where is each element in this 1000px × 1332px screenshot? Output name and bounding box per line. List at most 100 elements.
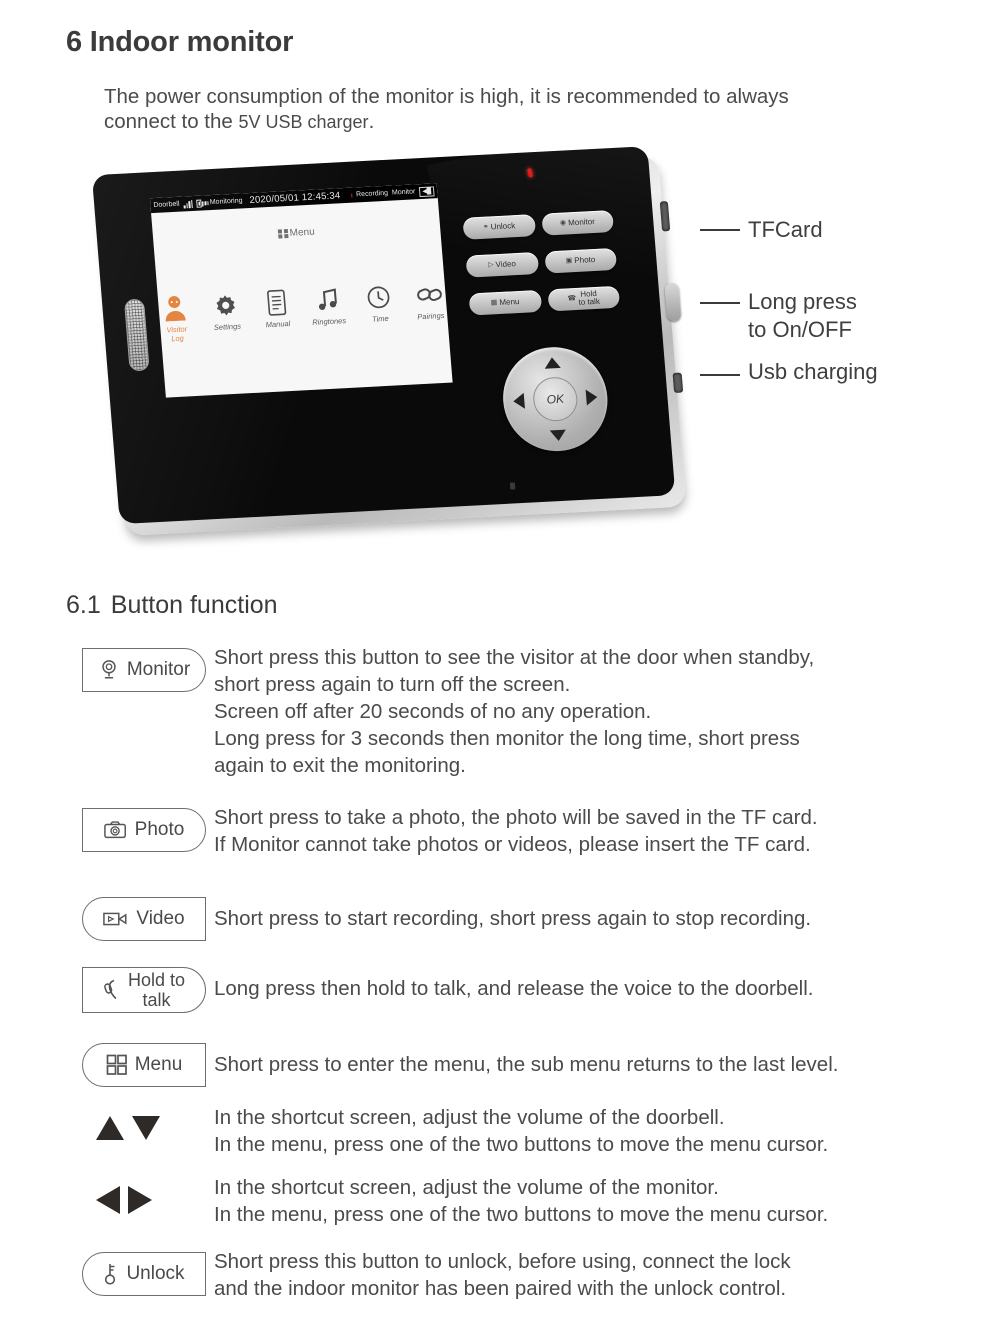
desc-line: In the shortcut screen, adjust the volum… [214,1176,719,1199]
left-arrow-icon[interactable] [96,1186,120,1214]
intro-voltage: 5V USB [238,112,303,132]
callout-label-line1: Long press [748,289,857,314]
desc-line: Short press this button to unlock, befor… [214,1250,791,1273]
dpad-down-arrow-icon[interactable] [549,429,567,442]
menu-label: Manual [265,319,291,330]
up-arrow-icon[interactable] [96,1116,124,1140]
function-desc-hold-to-talk: Long press then hold to talk, and releas… [214,975,813,1002]
device-key-monitor[interactable]: ◉ Monitor [540,210,615,236]
desc-line: In the menu, press one of the two button… [214,1133,829,1156]
status-doorbell-label: Doorbell [153,200,180,210]
button-chip-hold-to-talk[interactable]: Hold to talk [82,967,206,1013]
right-arrow-icon[interactable] [128,1186,152,1214]
button-chip-menu[interactable]: Menu [82,1043,206,1087]
dpad-left-arrow-icon[interactable] [512,392,525,410]
intro-line-2-suffix: charger [302,112,369,132]
screen-status-bar: Doorbell Monitoring 2020/05/01 12:45:34 … [149,183,438,214]
grid-icon [106,1054,127,1075]
menu-label: Ringtones [311,316,347,327]
camera-icon: ▣ [565,256,573,265]
tf-card-slot [659,201,671,232]
intro-period: . [368,110,375,133]
intro-line-1: The power consumption of the monitor is … [104,85,789,108]
button-chip-label: Monitor [126,659,191,680]
dpad-ok-button[interactable]: OK [531,376,580,423]
function-desc-up-down: In the shortcut screen, adjust the volum… [214,1104,828,1158]
function-row-menu: Menu Short press to enter the menu, the … [0,1043,1000,1103]
power-button[interactable] [664,282,682,322]
recording-dot-icon [351,193,353,198]
menu-label: Time [371,313,389,324]
desc-line: In the menu, press one of the two button… [214,1203,829,1226]
menu-item-manual[interactable]: Manual [259,287,296,339]
button-chip-monitor[interactable]: Monitor [82,648,206,692]
device-key-label: Video [495,258,517,269]
desc-line: Screen off after 20 seconds of no any op… [214,700,652,723]
grid-icon [278,228,289,239]
device-screen[interactable]: Doorbell Monitoring 2020/05/01 12:45:34 … [149,183,453,398]
music-note-icon [309,284,345,316]
device-key-video[interactable]: ▷ Video [465,252,539,278]
manual-page: 6 Indoor monitor The power consumption o… [0,0,1000,1332]
function-desc-unlock: Short press this button to unlock, befor… [214,1248,791,1302]
callout-power: Long press to On/OFF [748,288,857,344]
screen-menu-icons: Visitor Log Settings Manual Ringtones Ti… [158,279,449,344]
device-key-photo[interactable]: ▣ Photo [543,247,618,274]
menu-label: Settings [213,321,242,332]
navigation-dpad[interactable]: OK [499,344,612,454]
device-key-label: Monitor [567,216,596,228]
callout-label: Usb charging [748,359,878,384]
key-row-2: ▷ Video ▣ Photo [465,247,618,278]
button-chip-unlock[interactable]: Unlock [82,1252,206,1296]
desc-line: If Monitor cannot take photos or videos,… [214,833,811,856]
menu-item-pairings[interactable]: Pairings [412,279,449,331]
device-front-glass: Doorbell Monitoring 2020/05/01 12:45:34 … [91,146,676,525]
camcorder-icon [103,912,127,926]
status-datetime: 2020/05/01 12:45:34 [249,190,341,206]
desc-line: Long press for 3 seconds then monitor th… [214,727,800,750]
device-key-menu[interactable]: ▦ Menu [468,289,542,316]
device-key-unlock[interactable]: ⚭ Unlock [462,214,536,240]
page-title: 6 Indoor monitor [66,26,294,58]
function-desc-photo: Short press to take a photo, the photo w… [214,804,818,858]
handset-icon [104,979,117,1000]
menu-item-visitor-log[interactable]: Visitor Log [158,292,195,344]
function-row-video: Video Short press to start recording, sh… [0,897,1000,957]
up-down-arrow-icon[interactable] [96,1116,160,1140]
desc-line: Long press then hold to talk, and releas… [214,977,814,1000]
left-right-arrow-icon[interactable] [96,1186,152,1214]
sd-card-icon: ◀█ [418,185,435,197]
intro-line-2-prefix: connect to the [104,110,239,133]
button-chip-label-wrap: Hold to talk [128,970,185,1010]
gear-icon [208,290,243,322]
camera-icon [103,821,126,839]
leader-line-power [700,302,740,304]
button-chip-label: Unlock [126,1263,185,1284]
section-heading-text: Button function [110,591,278,619]
function-row-unlock: Unlock Short press this button to unlock… [0,1250,1000,1312]
down-arrow-icon[interactable] [132,1116,160,1140]
dpad-up-arrow-icon[interactable] [543,356,561,369]
key-icon [105,1264,116,1285]
function-row-hold-to-talk: Hold to talk Long press then hold to tal… [0,967,1000,1027]
button-chip-label: Video [136,908,185,929]
callout-label-line2: to On/OFF [748,317,852,342]
menu-item-time[interactable]: Time [361,282,398,334]
device-body: Doorbell Monitoring 2020/05/01 12:45:34 … [91,146,687,536]
device-key-hold-to-talk[interactable]: ☎ Hold to talk [546,285,621,312]
microphone-icon [509,482,516,490]
callout-label: TFCard [748,217,823,242]
button-chip-video[interactable]: Video [82,897,206,941]
screen-menu-title-label: Menu [289,226,316,239]
desc-line: Short press to enter the menu, the sub m… [214,1053,839,1076]
menu-item-ringtones[interactable]: Ringtones [309,284,347,336]
grid-icon: ▦ [490,298,498,307]
signal-bars-icon [183,199,194,208]
dpad-right-arrow-icon[interactable] [585,389,598,406]
menu-item-settings[interactable]: Settings [208,290,245,342]
callout-tfcard: TFCard [748,216,823,244]
button-chip-photo[interactable]: Photo [82,808,206,852]
battery-icon [196,199,210,208]
camcorder-icon: ▷ [487,261,494,269]
usb-charging-port [672,372,684,393]
